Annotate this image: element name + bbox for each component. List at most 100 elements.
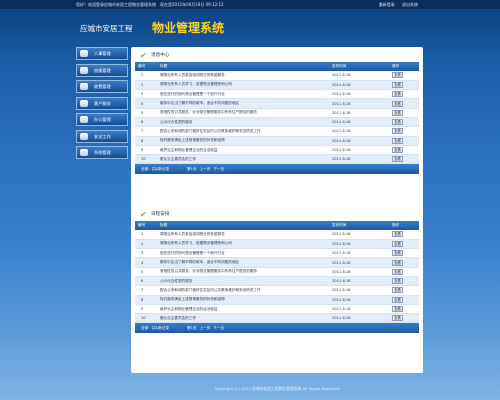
next-page-link[interactable]: 下一页	[213, 326, 224, 330]
row-title[interactable]: 周物业所有人员参加培训物业的有偿服务	[157, 230, 329, 240]
column-header: 操作	[389, 221, 419, 230]
view-button[interactable]: 查看	[392, 306, 403, 313]
table-row: 4 服务中应当了解不同的城市，适合不同消费的地区 2011-6-16 查看	[135, 257, 419, 268]
table-row: 7 配合公安和消防部门做好住宅区内公共秩序维护和安全防范工作 2011-6-16 查看	[135, 285, 419, 296]
row-number: 1	[135, 230, 157, 240]
row-date: 2011-6-16	[329, 257, 389, 268]
view-button[interactable]: 查看	[392, 156, 403, 163]
view-button[interactable]: 查看	[392, 147, 403, 154]
row-number: 6	[135, 117, 157, 128]
sidebar-item-label: 安全工作	[94, 133, 111, 139]
sidebar-item-label: 客户服务	[94, 100, 111, 106]
view-button[interactable]: 查看	[392, 259, 403, 266]
row-title[interactable]: 现在进行的现代物业管理是一个新兴行业	[157, 248, 329, 259]
row-title[interactable]: 维护业主和物业管理企业的合法权益	[157, 304, 329, 315]
column-header: 操作	[389, 62, 419, 71]
row-title[interactable]: 周物业所有人员学习，依据物业管理条例公司	[157, 239, 329, 250]
row-number: 5	[135, 267, 157, 278]
column-header: 编号	[135, 221, 157, 230]
row-title[interactable]: 周物业所有人员参加培训物业的有偿服务	[157, 71, 329, 81]
view-button[interactable]: 查看	[392, 278, 403, 285]
table-row: 8 特约服务满足上述常规服务的补充和延伸 2011-6-16 查看	[135, 136, 419, 146]
sidebar-item-office[interactable]: 办公管理	[76, 113, 128, 126]
sidebar-item-safety[interactable]: 安全工作	[76, 129, 128, 143]
row-title[interactable]: 维护业主和物业管理企业的合法权益	[157, 145, 329, 156]
schedule-table: 编号 标题 发布时间 操作 1 周物业所有人员参加培训物业的有偿服务 2011-6-…	[135, 221, 419, 324]
view-button[interactable]: 查看	[392, 91, 403, 98]
row-action: 查看	[389, 257, 419, 268]
row-title[interactable]: 公众代办性质的服务	[157, 276, 329, 287]
panel-title: ✔ 日程安排	[140, 210, 170, 219]
row-action: 查看	[389, 239, 419, 250]
view-button[interactable]: 查看	[392, 268, 403, 275]
table-row: 7 配合公安和消防部门做好住宅区内公共秩序维护和安全防范工作 2011-6-16 查看	[135, 126, 419, 137]
sidebar-item-label: 人事管理	[94, 51, 111, 56]
view-button[interactable]: 查看	[392, 100, 403, 107]
row-title[interactable]: 周物业所有人员学习，依据物业管理条例公司	[157, 80, 329, 91]
table-row: 3 现在进行的现代物业管理是一个新兴行业 2011-6-16 查看	[135, 89, 419, 100]
row-date: 2011-6-16	[329, 136, 389, 146]
row-action: 查看	[389, 154, 419, 165]
service-icon	[80, 99, 88, 107]
sidebar-item-fees[interactable]: 收费管理	[76, 80, 128, 93]
table-row: 6 公众代办性质的服务 2011-6-16 查看	[135, 117, 419, 128]
row-date: 2011-6-16	[329, 145, 389, 156]
view-button[interactable]: 查看	[392, 109, 403, 116]
table-footer: 全部：共&条记录 第1页 上一页 下一页	[135, 164, 419, 175]
view-button[interactable]: 查看	[392, 250, 403, 257]
row-title[interactable]: 特约服务满足上述常规服务的补充和延伸	[157, 136, 329, 146]
row-number: 9	[135, 145, 157, 156]
row-title[interactable]: 服务中应当了解不同的城市，适合不同消费的地区	[157, 98, 329, 109]
column-header: 标题	[157, 221, 329, 230]
view-button[interactable]: 查看	[392, 128, 403, 135]
view-button[interactable]: 查看	[392, 231, 403, 238]
record-count: 全部：共&条记录	[141, 167, 169, 172]
table-row: 3 现在进行的现代物业管理是一个新兴行业 2011-6-16 查看	[135, 248, 419, 259]
row-action: 查看	[389, 267, 419, 278]
row-title[interactable]: 配合公安和消防部门做好住宅区内公共秩序维护和安全防范工作	[157, 285, 329, 296]
header: 应城市安居工程 物业管理系统	[76, 9, 426, 44]
row-title[interactable]: 服从业主委员会的工作	[157, 313, 329, 324]
logout-link[interactable]: 退出系统	[402, 2, 418, 7]
settings-icon	[80, 149, 88, 156]
sidebar-item-system[interactable]: 系统管理	[76, 146, 128, 159]
row-action: 查看	[389, 285, 419, 296]
view-button[interactable]: 查看	[392, 81, 403, 88]
row-action: 查看	[389, 276, 419, 287]
row-action: 查看	[389, 126, 419, 137]
row-title[interactable]: 现在进行的现代物业管理是一个新兴行业	[157, 89, 329, 100]
view-button[interactable]: 查看	[392, 287, 403, 294]
row-title[interactable]: 常规性的公共服务，针对物业管理服务中所有住户提供的服务	[157, 267, 329, 278]
table-row: 5 常规性的公共服务，针对物业管理服务中所有住户提供的服务 2011-6-16 查看	[135, 108, 419, 119]
table-footer: 全部：共&条记录 第1页 上一页 下一页	[135, 323, 419, 334]
row-date: 2011-6-16	[329, 248, 389, 259]
view-button[interactable]: 查看	[392, 296, 403, 303]
sidebar-item-housing[interactable]: 房屋管理	[76, 63, 128, 77]
table-header: 编号 标题 发布时间 操作	[135, 62, 419, 71]
prev-page-link[interactable]: 上一页	[199, 167, 210, 171]
view-button[interactable]: 查看	[392, 119, 403, 126]
row-number: 4	[135, 98, 157, 109]
row-title[interactable]: 特约服务满足上述常规服务的补充和延伸	[157, 295, 329, 305]
view-button[interactable]: 查看	[392, 72, 403, 79]
row-title[interactable]: 常规性的公共服务，针对物业管理服务中所有住户提供的服务	[157, 108, 329, 119]
sidebar-item-personnel[interactable]: 人事管理	[76, 47, 128, 60]
sidebar-item-customer[interactable]: 客户服务	[76, 96, 128, 110]
row-title[interactable]: 服务中应当了解不同的城市，适合不同消费的地区	[157, 257, 329, 268]
table-header: 编号 标题 发布时间 操作	[135, 221, 419, 230]
row-title[interactable]: 公众代办性质的服务	[157, 117, 329, 128]
top-info-bar: 您好！欢迎登录应城市安居工程物业管理系统 现在是2011年06月18日 09:1…	[0, 0, 500, 9]
row-title[interactable]: 服从业主委员会的工作	[157, 154, 329, 165]
table-row: 1 周物业所有人员参加培训物业的有偿服务 2011-6-16 查看	[135, 230, 419, 240]
relogin-link[interactable]: 重新登录	[379, 2, 395, 7]
prev-page-link[interactable]: 上一页	[199, 326, 210, 330]
view-button[interactable]: 查看	[392, 315, 403, 322]
row-title[interactable]: 配合公安和消防部门做好住宅区内公共秩序维护和安全防范工作	[157, 126, 329, 137]
next-page-link[interactable]: 下一页	[213, 167, 224, 171]
view-button[interactable]: 查看	[392, 240, 403, 247]
table-row: 10 服从业主委员会的工作 2011-6-16 查看	[135, 313, 419, 324]
office-icon	[80, 116, 88, 123]
user-icon	[80, 50, 88, 57]
row-action: 查看	[389, 108, 419, 119]
view-button[interactable]: 查看	[392, 137, 403, 144]
